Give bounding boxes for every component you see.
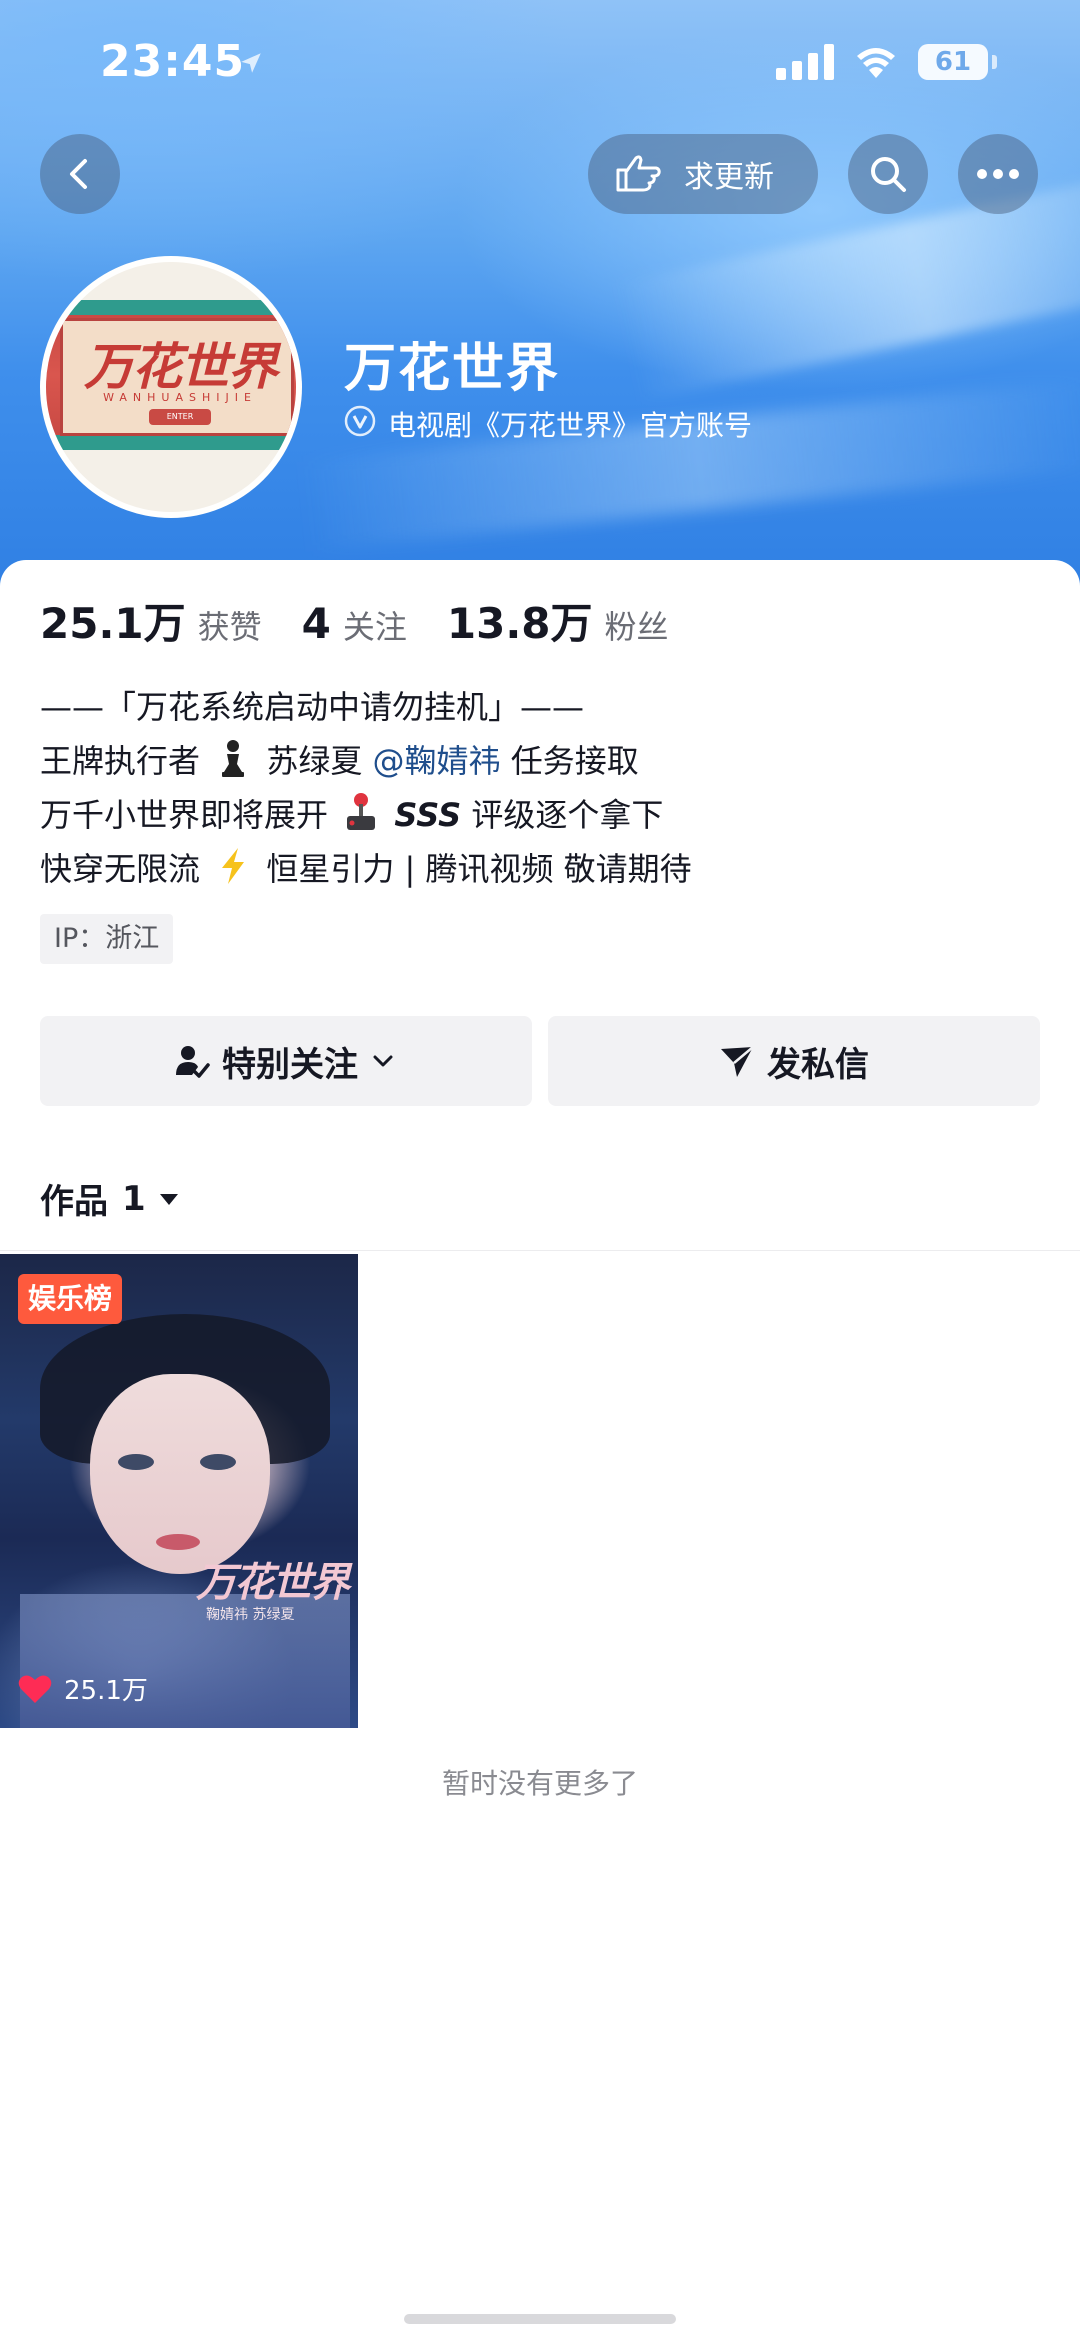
thumbnail-art: [20, 1594, 350, 1728]
bio-line: 快穿无限流 恒星引力 | 腾讯视频 敬请期待: [40, 842, 1040, 896]
avatar-title-art: 万花世界: [84, 337, 278, 396]
special-follow-button[interactable]: 特别关注: [40, 1016, 532, 1106]
avatar-enter-label: ENTER: [149, 409, 211, 425]
followers-count[interactable]: 13.8万: [447, 590, 593, 651]
bio-text: 任务接取: [510, 742, 639, 780]
likes-count: 25.1万: [40, 599, 186, 648]
ip-location-tag: IP：浙江: [40, 914, 174, 964]
works-count: 1: [122, 1178, 146, 1219]
send-icon: [721, 1046, 754, 1077]
likes-label: 获赞: [197, 608, 262, 646]
video-likes: 25.1万: [18, 1670, 148, 1707]
wifi-icon: [857, 48, 895, 78]
bio-text: 评级逐个拿下: [471, 796, 664, 834]
search-button[interactable]: [848, 134, 928, 214]
video-thumbnail[interactable]: 万花世界 鞠婧祎 苏绿夏 娱乐榜 25.1万: [0, 1254, 358, 1728]
verified-icon: [344, 405, 376, 437]
lightning-icon: [222, 848, 245, 884]
thumbnail-credits: 鞠婧祎 苏绿夏: [206, 1607, 295, 1623]
mention-link[interactable]: @鞠婧祎: [373, 742, 501, 780]
thumbnail-title-art: 万花世界: [196, 1559, 350, 1606]
profile-name: 万花世界: [344, 339, 561, 399]
location-arrow-icon: [241, 53, 261, 73]
no-more-content-text: 暂时没有更多了: [441, 1767, 638, 1800]
follow-user-icon: [176, 1046, 210, 1078]
send-message-button[interactable]: 发私信: [548, 1016, 1040, 1106]
battery-level: 61: [934, 47, 972, 77]
home-indicator[interactable]: [404, 2314, 676, 2324]
bio-text: 苏绿夏: [266, 742, 363, 780]
more-options-button[interactable]: [958, 134, 1038, 214]
works-tab[interactable]: 作品 1: [40, 1174, 182, 1223]
send-message-label: 发私信: [767, 1044, 869, 1085]
bio-text: 王牌执行者: [40, 742, 201, 780]
battery-tip: [992, 55, 997, 69]
more-icon: [977, 169, 1019, 179]
heart-icon: [18, 1675, 52, 1703]
avatar-subtitle: WANHUASHIJIE: [103, 391, 257, 404]
profile-stats: 25.1万 获赞 4 关注 13.8万 粉丝: [40, 590, 709, 650]
chevron-down-icon: [373, 1055, 393, 1067]
works-tab-label: 作品: [40, 1182, 108, 1222]
following-count[interactable]: 4: [302, 599, 331, 648]
special-follow-label: 特别关注: [222, 1044, 358, 1085]
thumbnail-art: [200, 1454, 236, 1470]
joystick-icon: [347, 793, 376, 830]
signal-icon: [776, 44, 834, 80]
request-update-button[interactable]: 求更新: [588, 134, 818, 214]
followers-label[interactable]: 粉丝: [605, 602, 669, 648]
thumbnail-art: [156, 1534, 200, 1550]
divider: [0, 1250, 1080, 1251]
battery-indicator: 61: [918, 44, 988, 80]
thumbnail-art: [118, 1454, 154, 1470]
bio-text: 快穿无限流: [40, 850, 201, 888]
bio-text: 恒星引力 | 腾讯视频 敬请期待: [266, 850, 692, 888]
bio-sss-text: SSS: [394, 796, 462, 834]
following-label[interactable]: 关注: [343, 602, 407, 648]
bio-line: 王牌执行者 苏绿夏 @鞠婧祎 任务接取: [40, 734, 1040, 788]
search-icon: [871, 157, 906, 192]
verified-description: 电视剧《万花世界》官方账号: [388, 409, 753, 442]
back-button[interactable]: [40, 134, 120, 214]
request-update-label: 求更新: [684, 160, 774, 195]
hand-point-icon: [616, 155, 661, 192]
video-likes-count: 25.1万: [64, 1676, 148, 1706]
avatar[interactable]: 万花世界 WANHUASHIJIE ENTER: [40, 256, 302, 518]
avatar-plate: 万花世界 WANHUASHIJIE ENTER: [60, 318, 294, 436]
status-bar: 23:45 61: [0, 0, 1080, 130]
caret-down-icon: [159, 1193, 178, 1205]
chess-pawn-icon: [222, 740, 245, 777]
bio-line: ——「万花系统启动中请勿挂机」——: [40, 688, 585, 726]
ranking-badge: 娱乐榜: [18, 1274, 123, 1324]
bio-line: 万千小世界即将展开 SSS 评级逐个拿下: [40, 788, 1040, 842]
profile-bio: ——「万花系统启动中请勿挂机」—— 王牌执行者 苏绿夏 @鞠婧祎 任务接取 万千…: [40, 680, 1040, 896]
back-icon: [70, 159, 87, 189]
bio-text: 万千小世界即将展开: [40, 796, 329, 834]
status-time: 23:45: [100, 36, 246, 87]
